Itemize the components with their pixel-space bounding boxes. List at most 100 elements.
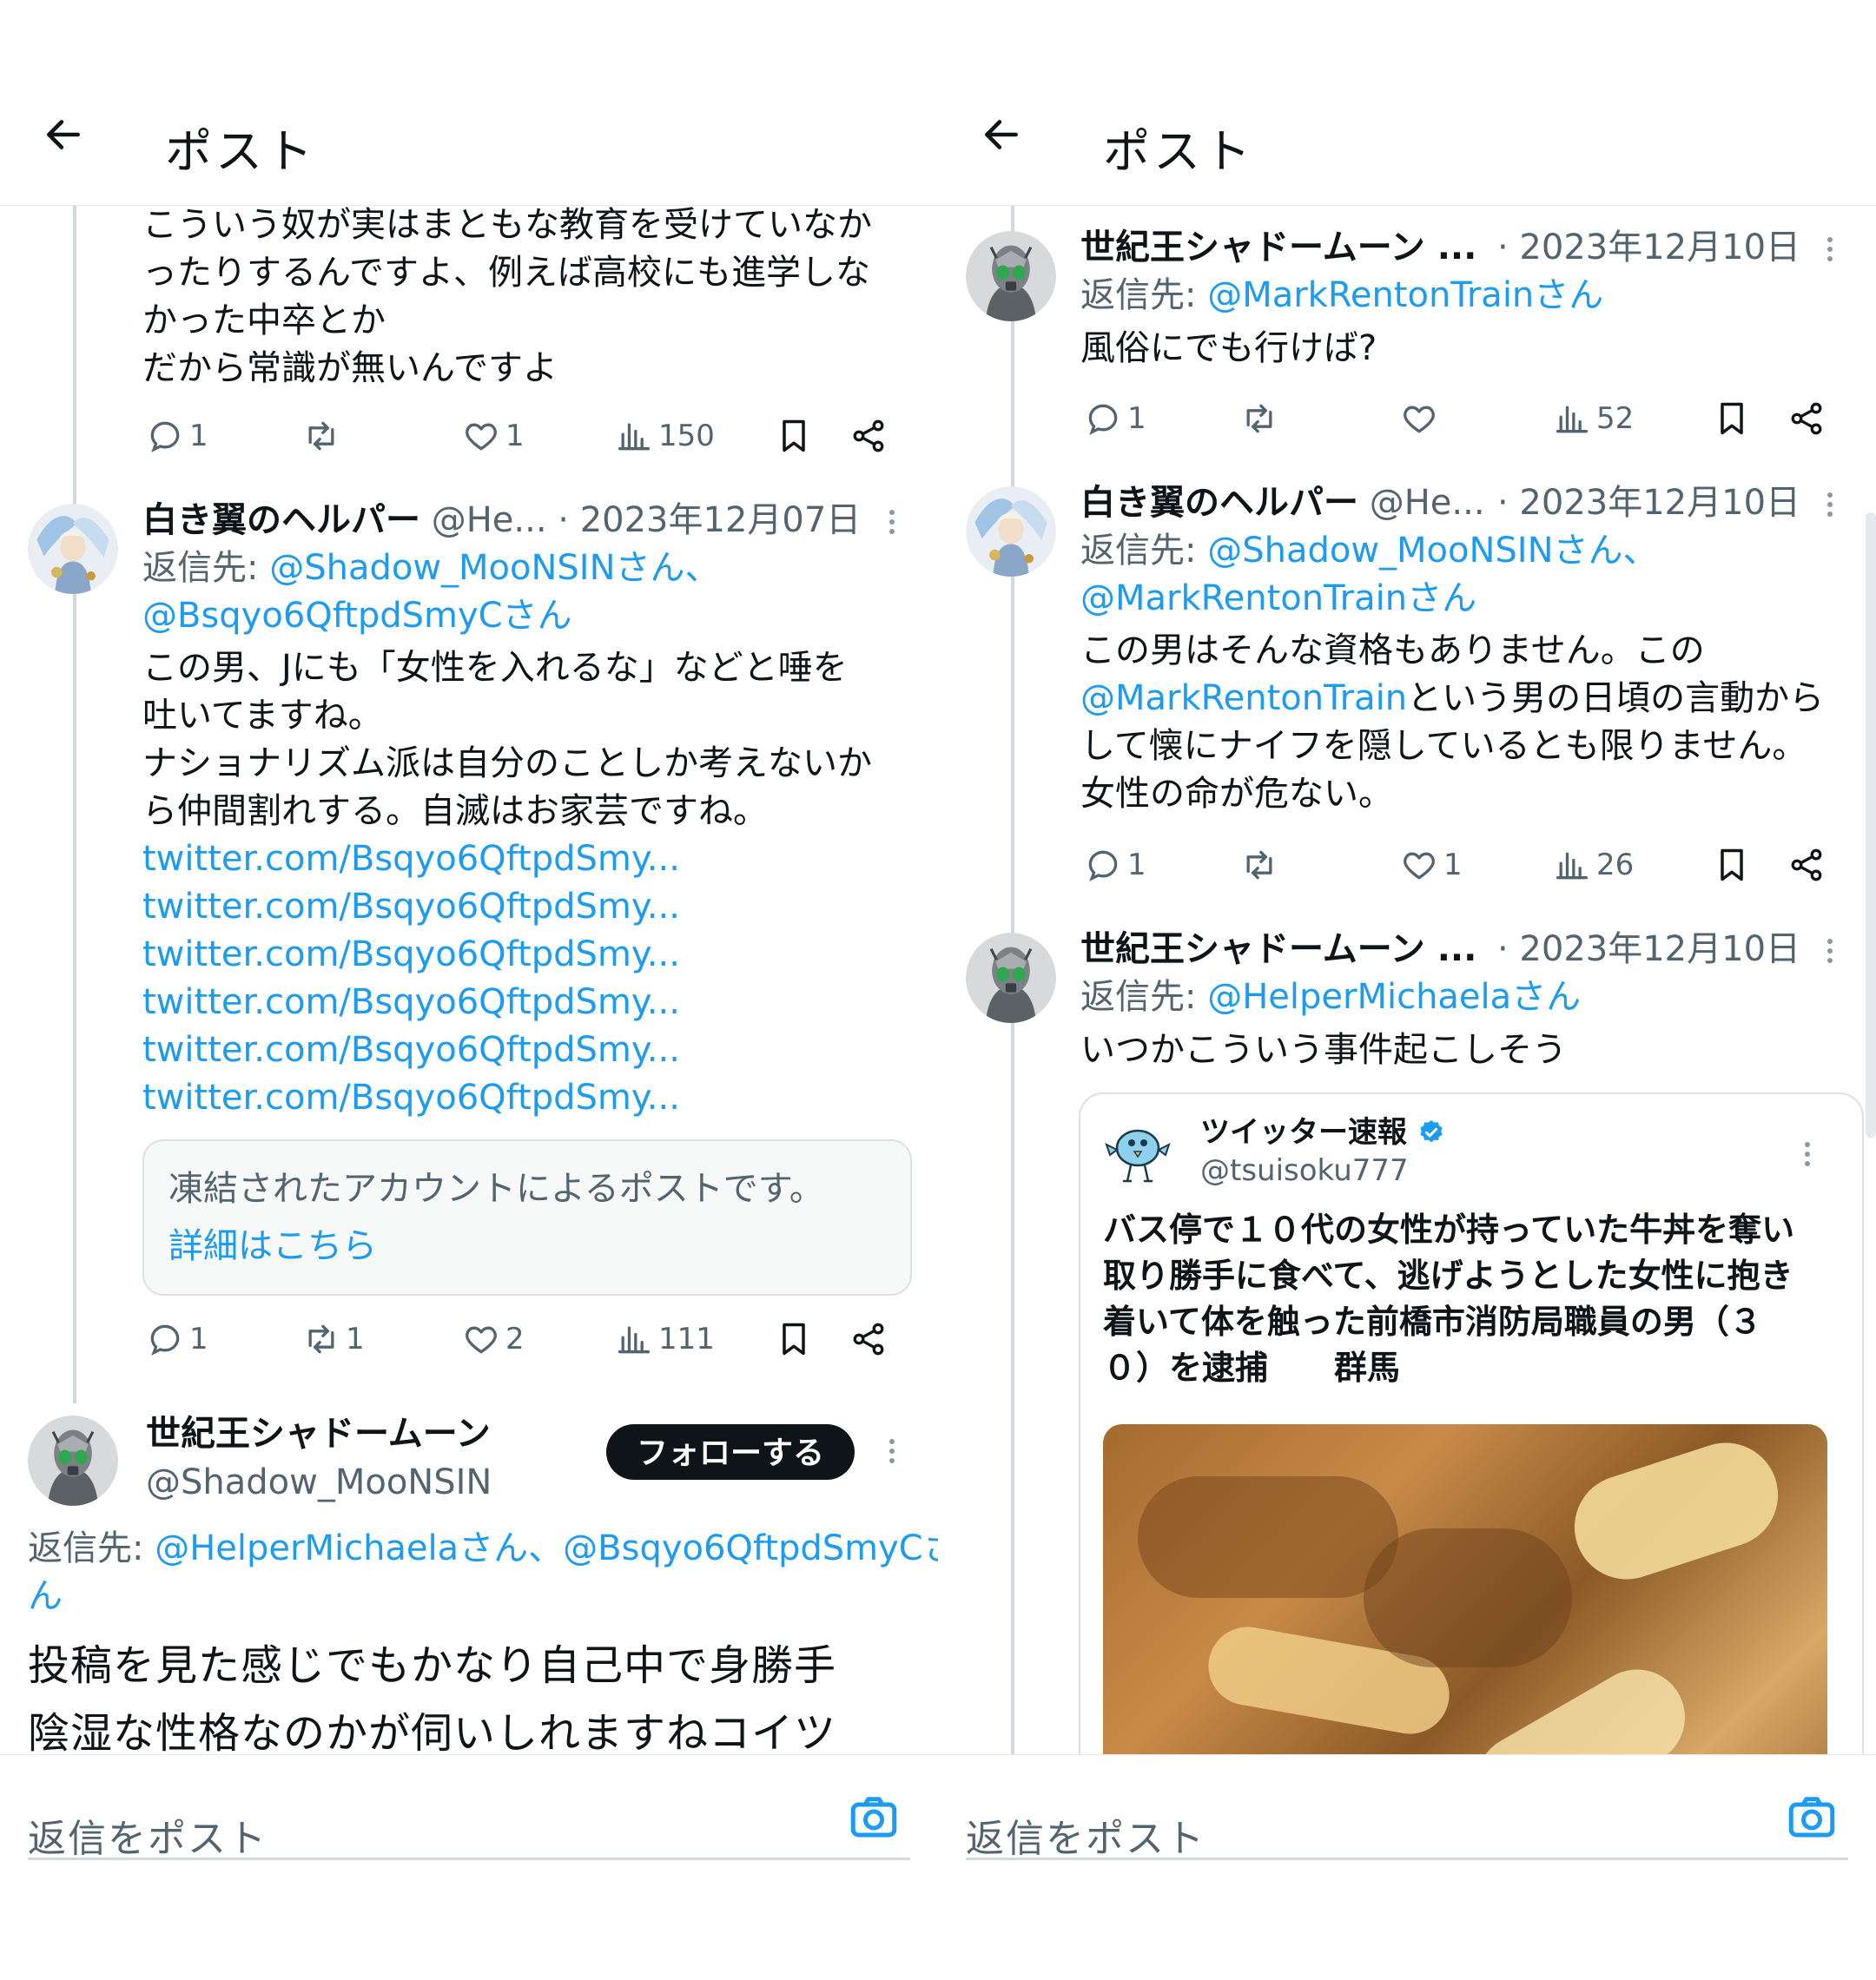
reply-button[interactable]: 1	[1084, 846, 1146, 884]
like-button[interactable]: 1	[1400, 846, 1463, 884]
post-text-line: 女性の命が危ない。	[1080, 774, 1393, 814]
views-icon	[1553, 399, 1591, 438]
share-button[interactable]	[1787, 399, 1826, 438]
url-link[interactable]: twitter.com/Bsqyo6QftpdSmy...	[142, 979, 680, 1026]
quote-avatar[interactable]	[1101, 1115, 1174, 1188]
more-icon[interactable]	[888, 505, 896, 544]
like-icon	[462, 1320, 500, 1358]
url-link[interactable]: twitter.com/Bsqyo6QftpdSmy...	[142, 1074, 680, 1122]
bookmark-button[interactable]	[775, 417, 813, 455]
reply-icon	[146, 1320, 184, 1358]
display-name[interactable]: 白き翼のヘルパー	[142, 500, 420, 540]
repost-button[interactable]	[302, 417, 346, 455]
share-button[interactable]	[1787, 846, 1826, 884]
views-icon	[615, 1320, 653, 1358]
reply-icon	[146, 417, 184, 455]
bookmark-button[interactable]	[1713, 846, 1751, 884]
reply-button[interactable]: 1	[146, 1320, 208, 1358]
share-icon	[1787, 399, 1826, 438]
share-button[interactable]	[849, 1320, 888, 1358]
bookmark-icon	[775, 1320, 813, 1358]
post-date: · 2023年12月07日	[558, 500, 862, 540]
views-button[interactable]: 111	[615, 1320, 715, 1358]
quote-text-line: ０）を逮捕 群馬	[1103, 1349, 1401, 1387]
display-name[interactable]: 世紀王シャドームーン	[146, 1410, 491, 1458]
reply-button[interactable]: 1	[146, 417, 208, 455]
display-name[interactable]: 世紀王シャドームーン ...	[1080, 228, 1476, 267]
url-link[interactable]: twitter.com/Bsqyo6QftpdSmy...	[142, 835, 680, 883]
post-text: 風俗にでも行けば?	[1080, 328, 1377, 368]
views-button[interactable]: 52	[1553, 399, 1634, 438]
like-button[interactable]: 1	[462, 417, 525, 455]
follow-button[interactable]: フォローする	[606, 1424, 855, 1480]
camera-icon[interactable]	[848, 1792, 900, 1844]
like-button[interactable]: 2	[462, 1320, 525, 1358]
views-button[interactable]: 26	[1553, 846, 1634, 884]
mention-link[interactable]: @Bsqyo6QftpdSmyCさん	[142, 592, 572, 640]
quote-text-line: 着いて体を触った前橋市消防局職員の男（３	[1103, 1303, 1762, 1341]
mention-link[interactable]: @MarkRentonTrainさん	[1080, 575, 1476, 623]
avatar[interactable]	[966, 231, 1056, 321]
bookmark-button[interactable]	[1713, 399, 1751, 438]
display-name[interactable]: 白き翼のヘルパー	[1080, 483, 1358, 523]
scrollbar[interactable]	[1866, 512, 1876, 1138]
reply-button[interactable]: 1	[1084, 399, 1146, 438]
post-date: · 2023年12月10日	[1497, 483, 1801, 523]
post-text-line: ら仲間割れする。自滅はお家芸ですね。	[142, 791, 768, 831]
avatar[interactable]	[28, 504, 118, 594]
back-arrow-icon[interactable]	[980, 113, 1023, 156]
post-text-line: この男、Jにも「女性を入れるな」などと唾を	[142, 648, 848, 688]
handle: @He...	[1369, 483, 1485, 523]
bookmark-icon	[1713, 399, 1751, 438]
mention-link[interactable]: ん	[28, 1573, 63, 1620]
page-title: ポスト	[165, 124, 316, 179]
mention-link[interactable]: @HelperMichaelaさん、@Bsqyo6QftpdSmyCさ	[155, 1528, 938, 1568]
verified-badge-icon	[1420, 1120, 1443, 1143]
mention-link[interactable]: @HelperMichaelaさん	[1207, 977, 1581, 1017]
repost-button[interactable]	[1240, 399, 1284, 438]
mention-link[interactable]: @MarkRentonTrainさん	[1207, 275, 1603, 315]
input-underline	[28, 1858, 910, 1860]
repost-icon	[1240, 399, 1278, 438]
post-text-line: こういう奴が実はまともな教育を受けていなか	[142, 205, 872, 245]
reply-input[interactable]: 返信をポスト	[28, 1807, 268, 1863]
reply-input[interactable]: 返信をポスト	[966, 1807, 1206, 1863]
reply-to: 返信先: @HelperMichaelaさん	[1080, 977, 1582, 1017]
repost-button[interactable]	[1240, 846, 1284, 884]
avatar[interactable]	[28, 1416, 118, 1506]
url-link[interactable]: twitter.com/Bsqyo6QftpdSmy...	[142, 883, 680, 931]
reply-composer: 返信をポスト	[938, 1754, 1876, 1861]
bookmark-button[interactable]	[775, 1320, 813, 1358]
post-text-line: 吐いてますね。	[142, 696, 383, 736]
post-date: · 2023年12月10日	[1497, 228, 1801, 267]
display-name[interactable]: 世紀王シャドームーン ...	[1080, 929, 1476, 969]
quote-image[interactable]	[1103, 1424, 1827, 1789]
url-link[interactable]: twitter.com/Bsqyo6QftpdSmy...	[142, 1026, 680, 1074]
more-icon[interactable]	[888, 1435, 896, 1473]
views-button[interactable]: 150	[615, 417, 715, 455]
mention-link[interactable]: @MarkRentonTrain	[1080, 678, 1407, 718]
url-link[interactable]: twitter.com/Bsqyo6QftpdSmy...	[142, 931, 680, 979]
more-icon[interactable]	[1803, 1138, 1812, 1176]
mention-link[interactable]: @Shadow_MooNSINさん、	[1207, 531, 1657, 571]
like-button[interactable]	[1400, 399, 1443, 438]
details-link[interactable]: 詳細はこちら	[168, 1223, 377, 1270]
reply-to: 返信先: @Shadow_MooNSINさん、	[1080, 531, 1658, 571]
avatar[interactable]	[966, 933, 1056, 1023]
more-icon[interactable]	[1826, 934, 1834, 973]
camera-icon[interactable]	[1786, 1792, 1838, 1844]
more-icon[interactable]	[1826, 488, 1834, 526]
quoted-post[interactable]: ツイッター速報 @tsuisoku777 バス停で１０代の女性が持っていた牛丼を…	[1079, 1092, 1864, 1791]
avatar[interactable]	[966, 486, 1056, 577]
more-icon[interactable]	[1826, 233, 1834, 271]
post-text-line: かった中卒とか	[142, 300, 386, 340]
header: ポスト	[938, 78, 1876, 206]
mention-link[interactable]: @Shadow_MooNSINさん、	[269, 548, 719, 588]
right-panel: ポスト 世紀王シャドームーン ... · 2023年12月10日 返信先: @M…	[938, 0, 1876, 1980]
like-icon	[1400, 846, 1438, 884]
back-arrow-icon[interactable]	[42, 113, 85, 156]
post-text-line: @MarkRentonTrainという男の日頃の言動から	[1080, 678, 1825, 718]
repost-button[interactable]: 1	[302, 1320, 365, 1358]
share-button[interactable]	[849, 417, 888, 455]
reply-icon	[1084, 399, 1122, 438]
